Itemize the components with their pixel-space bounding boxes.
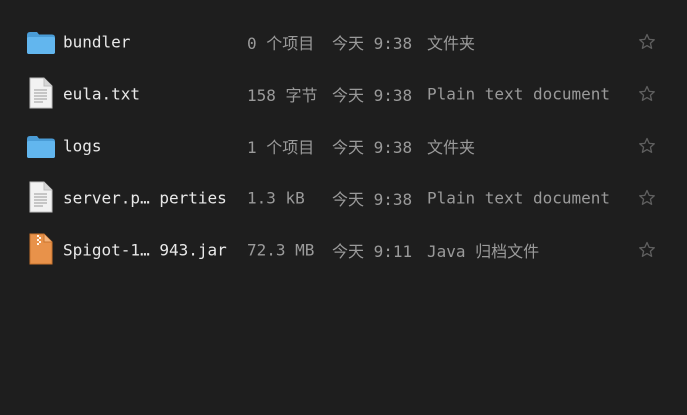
file-name: server.p… perties xyxy=(63,188,227,208)
text-file-icon xyxy=(26,77,56,109)
file-row-server-properties[interactable]: server.p… perties 1.3 kB 今天 9:38 Plain t… xyxy=(0,172,687,224)
file-type: 文件夹 xyxy=(427,138,476,157)
star-icon[interactable] xyxy=(637,84,657,104)
file-size: 1.3 kB xyxy=(247,188,305,208)
file-modified: 今天 9:11 xyxy=(332,242,413,261)
file-modified: 今天 9:38 xyxy=(332,86,413,105)
folder-icon xyxy=(26,26,56,58)
file-size: 72.3 MB xyxy=(247,240,315,260)
file-type: Plain text document xyxy=(427,188,611,208)
star-icon[interactable] xyxy=(637,188,657,208)
file-type: Java 归档文件 xyxy=(427,242,540,261)
file-size: 0 个项目 xyxy=(247,34,315,53)
file-row-logs[interactable]: logs 1 个项目 今天 9:38 文件夹 xyxy=(0,120,687,172)
file-row-spigot-jar[interactable]: Spigot-1… 943.jar 72.3 MB 今天 9:11 Java 归… xyxy=(0,224,687,276)
file-name: Spigot-1… 943.jar xyxy=(63,240,227,260)
folder-icon xyxy=(26,130,56,162)
file-list: bundler 0 个项目 今天 9:38 文件夹 eula.txt 158 字… xyxy=(0,0,687,415)
file-modified: 今天 9:38 xyxy=(332,138,413,157)
file-name: bundler xyxy=(63,32,131,52)
star-icon[interactable] xyxy=(637,32,657,52)
file-row-eula[interactable]: eula.txt 158 字节 今天 9:38 Plain text docum… xyxy=(0,68,687,120)
file-name: eula.txt xyxy=(63,84,141,104)
text-file-icon xyxy=(26,181,56,213)
file-type: 文件夹 xyxy=(427,34,476,53)
archive-file-icon xyxy=(26,233,56,265)
file-size: 158 字节 xyxy=(247,86,318,105)
file-modified: 今天 9:38 xyxy=(332,190,413,209)
star-icon[interactable] xyxy=(637,136,657,156)
file-name: logs xyxy=(63,136,102,156)
star-icon[interactable] xyxy=(637,240,657,260)
file-size: 1 个项目 xyxy=(247,138,315,157)
file-row-bundler[interactable]: bundler 0 个项目 今天 9:38 文件夹 xyxy=(0,16,687,68)
file-type: Plain text document xyxy=(427,84,611,104)
file-modified: 今天 9:38 xyxy=(332,34,413,53)
